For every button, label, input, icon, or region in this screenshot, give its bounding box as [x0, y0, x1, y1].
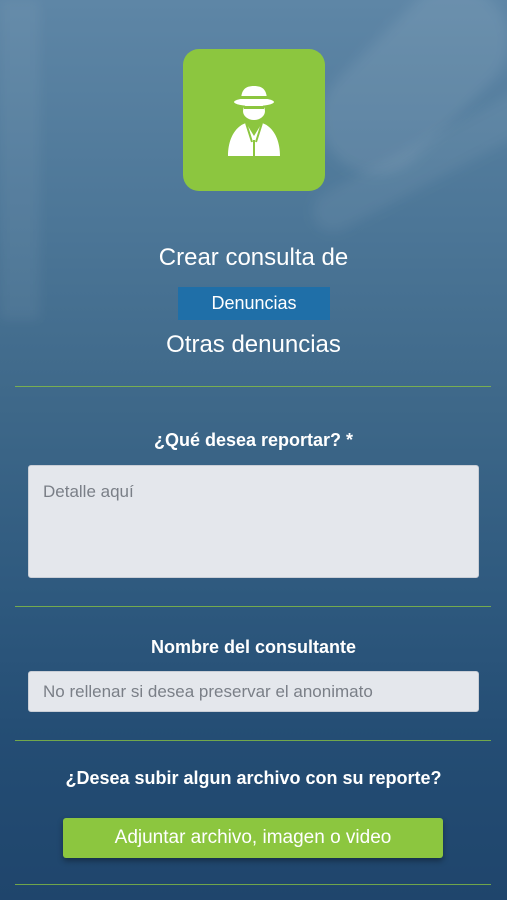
background-streak: [0, 0, 40, 320]
attachment-question: ¿Desea subir algun archivo con su report…: [65, 768, 442, 788]
attach-file-button[interactable]: Adjuntar archivo, imagen o video: [63, 818, 443, 858]
subcategory-title: Otras denuncias: [166, 331, 341, 358]
report-label: ¿Qué desea reportar? *: [153, 430, 354, 450]
name-label: Nombre del consultante: [150, 637, 357, 657]
background-streak: [305, 81, 507, 239]
divider: [15, 884, 491, 885]
divider: [15, 606, 491, 607]
background-streak: [298, 0, 507, 197]
app-logo: [183, 49, 325, 191]
category-badge: Denuncias: [178, 287, 330, 320]
report-details-textarea[interactable]: [28, 465, 479, 578]
divider: [15, 386, 491, 387]
page-title: Crear consulta de: [158, 244, 349, 271]
anonymous-detective-icon: [228, 86, 280, 156]
consultant-name-input[interactable]: [28, 671, 479, 712]
divider: [15, 740, 491, 741]
